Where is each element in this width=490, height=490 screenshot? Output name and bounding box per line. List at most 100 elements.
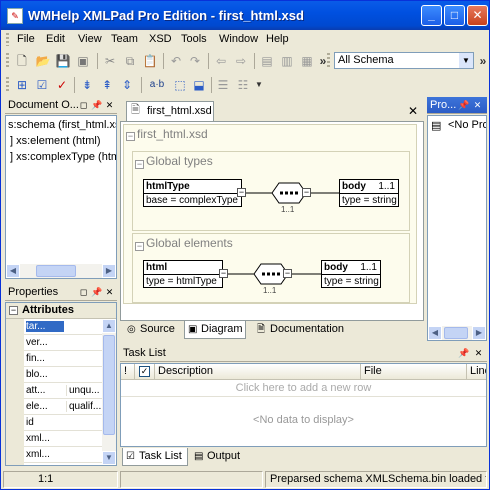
copy-icon[interactable]: ⧉ bbox=[122, 53, 138, 69]
checkbox-icon[interactable]: ✓ bbox=[139, 366, 150, 377]
scroll-thumb[interactable] bbox=[444, 327, 468, 339]
property-value[interactable]: qualif... bbox=[66, 401, 106, 412]
close-document-icon[interactable]: ✕ bbox=[408, 104, 418, 118]
redo-icon[interactable]: ↷ bbox=[187, 53, 203, 69]
column-description[interactable]: Description bbox=[155, 364, 361, 380]
bookmark-icon[interactable]: ▤ bbox=[259, 53, 275, 69]
collapse-icon[interactable]: − bbox=[283, 269, 292, 278]
menu-xsd[interactable]: XSD bbox=[149, 33, 172, 45]
undo-icon[interactable]: ↶ bbox=[168, 53, 184, 69]
scroll-left-icon[interactable]: ◀ bbox=[428, 326, 442, 340]
save-all-icon[interactable]: ▣ bbox=[75, 53, 91, 69]
pin-icon[interactable]: 📌 bbox=[91, 99, 102, 111]
collapse-icon[interactable]: − bbox=[9, 306, 18, 315]
horizontal-scrollbar[interactable]: ◀ ▶ bbox=[6, 264, 116, 278]
navigate-forward-icon[interactable]: ⇨ bbox=[233, 53, 249, 69]
add-row-prompt[interactable]: Click here to add a new row bbox=[121, 381, 486, 397]
menu-window[interactable]: Window bbox=[219, 33, 258, 45]
scroll-right-icon[interactable]: ▶ bbox=[102, 264, 116, 278]
toolbar-grip[interactable] bbox=[6, 53, 9, 68]
pin-icon[interactable]: 📌 bbox=[91, 286, 102, 298]
menu-file[interactable]: File bbox=[17, 33, 35, 45]
paste-icon[interactable]: 📋 bbox=[142, 53, 158, 69]
toolbar-dropdown-icon[interactable]: ▼ bbox=[251, 77, 267, 93]
column-file[interactable]: File bbox=[361, 364, 467, 380]
bookmark-clear-icon[interactable]: ▦ bbox=[299, 53, 315, 69]
navigate-back-icon[interactable]: ⇦ bbox=[213, 53, 229, 69]
html-node[interactable]: html type = htmlType bbox=[143, 260, 223, 288]
property-row[interactable]: ele... qualif... bbox=[24, 399, 106, 415]
property-row[interactable]: xml... bbox=[24, 431, 106, 447]
tree-item-schema[interactable]: s:schema (first_html.xsd bbox=[8, 119, 116, 131]
htmltype-node[interactable]: htmlType base = complexType bbox=[143, 179, 242, 207]
body-node[interactable]: body 1..1 type = string bbox=[339, 179, 399, 207]
format-icon[interactable]: ⇕ bbox=[119, 77, 135, 93]
body-node[interactable]: body 1..1 type = string bbox=[321, 260, 381, 288]
project-item[interactable]: <No Pro bbox=[448, 119, 486, 131]
menu-tools[interactable]: Tools bbox=[181, 33, 207, 45]
collapse-icon[interactable]: − bbox=[135, 160, 144, 169]
find-next-icon[interactable]: ⬚ bbox=[172, 77, 188, 93]
property-row[interactable]: tar... bbox=[24, 319, 106, 335]
validate-icon[interactable]: ☑ bbox=[34, 77, 50, 93]
panel-menu-icon[interactable]: ◻ bbox=[78, 286, 89, 298]
app-icon[interactable]: ✎ bbox=[7, 8, 23, 24]
title-bar[interactable]: ✎ WMHelp XMLPad Pro Edition - first_html… bbox=[1, 1, 489, 30]
toolbar-grip[interactable] bbox=[327, 53, 330, 68]
pin-icon[interactable]: 📌 bbox=[458, 99, 469, 111]
tab-diagram[interactable]: ▣ Diagram bbox=[184, 321, 246, 339]
scroll-right-icon[interactable]: ▶ bbox=[472, 326, 486, 340]
column-priority[interactable]: ! bbox=[121, 364, 135, 380]
property-row[interactable]: xml... bbox=[24, 463, 106, 465]
scroll-down-icon[interactable]: ▼ bbox=[102, 451, 116, 465]
scroll-up-icon[interactable]: ▲ bbox=[102, 319, 116, 333]
panel-close-icon[interactable]: ✕ bbox=[104, 99, 115, 111]
panel-menu-icon[interactable]: ◻ bbox=[78, 99, 89, 111]
property-row[interactable]: fin... bbox=[24, 351, 106, 367]
property-row[interactable]: att... unqu... bbox=[24, 383, 106, 399]
cut-icon[interactable]: ✂ bbox=[102, 53, 118, 69]
tree-view-icon[interactable]: ⊞ bbox=[14, 77, 30, 93]
scroll-left-icon[interactable]: ◀ bbox=[6, 264, 20, 278]
menu-team[interactable]: Team bbox=[111, 33, 138, 45]
collapse-icon[interactable]: − bbox=[219, 269, 228, 278]
minimize-button[interactable]: _ bbox=[421, 5, 442, 26]
column-line[interactable]: Line bbox=[467, 364, 486, 380]
collapse-icon[interactable]: − bbox=[237, 188, 246, 197]
tab-task-list[interactable]: ☑ Task List bbox=[122, 448, 188, 466]
toolbar-overflow-icon[interactable]: » bbox=[475, 53, 489, 69]
save-icon[interactable]: 💾 bbox=[55, 53, 71, 69]
toolbar-grip[interactable] bbox=[6, 77, 9, 92]
uncomment-icon[interactable]: ☷ bbox=[235, 77, 251, 93]
comment-icon[interactable]: ☰ bbox=[215, 77, 231, 93]
replace-icon[interactable]: ⬓ bbox=[191, 77, 207, 93]
panel-close-icon[interactable]: ✕ bbox=[472, 99, 483, 111]
diagram-canvas[interactable]: − first_html.xsd − Global types htmlType… bbox=[120, 121, 424, 321]
property-row[interactable]: ver... bbox=[24, 335, 106, 351]
menu-help[interactable]: Help bbox=[266, 33, 289, 45]
property-value[interactable]: unqu... bbox=[66, 385, 106, 396]
open-folder-icon[interactable]: 📂 bbox=[35, 53, 51, 69]
column-checkbox[interactable]: ✓ bbox=[135, 364, 155, 380]
property-category[interactable]: − Attributes bbox=[6, 303, 116, 319]
collapse-icon[interactable]: − bbox=[302, 188, 311, 197]
outdent-icon[interactable]: ⇞ bbox=[99, 77, 115, 93]
check-wellformed-icon[interactable]: ✓ bbox=[54, 77, 70, 93]
close-button[interactable]: ✕ bbox=[467, 5, 488, 26]
collapse-icon[interactable]: − bbox=[126, 132, 135, 141]
menu-view[interactable]: View bbox=[78, 33, 102, 45]
maximize-button[interactable]: □ bbox=[444, 5, 465, 26]
vertical-scrollbar[interactable]: ▲ ▼ bbox=[102, 319, 116, 465]
collapse-icon[interactable]: − bbox=[135, 242, 144, 251]
indent-icon[interactable]: ⇟ bbox=[79, 77, 95, 93]
tab-output[interactable]: ▤ Output bbox=[191, 448, 251, 466]
tab-source[interactable]: ◎ Source bbox=[124, 321, 182, 339]
schema-selector[interactable]: All Schema ▼ bbox=[334, 52, 474, 69]
menu-grip[interactable] bbox=[6, 33, 9, 46]
chevron-down-icon[interactable]: ▼ bbox=[459, 53, 473, 68]
bookmark-next-icon[interactable]: ▥ bbox=[279, 53, 295, 69]
tree-item-element[interactable]: ] xs:element (html) bbox=[10, 135, 100, 147]
property-row[interactable]: blo... bbox=[24, 367, 106, 383]
property-row[interactable]: xml... bbox=[24, 447, 106, 463]
tab-first-html-xsd[interactable]: 🗎 first_html.xsd bbox=[126, 101, 214, 121]
